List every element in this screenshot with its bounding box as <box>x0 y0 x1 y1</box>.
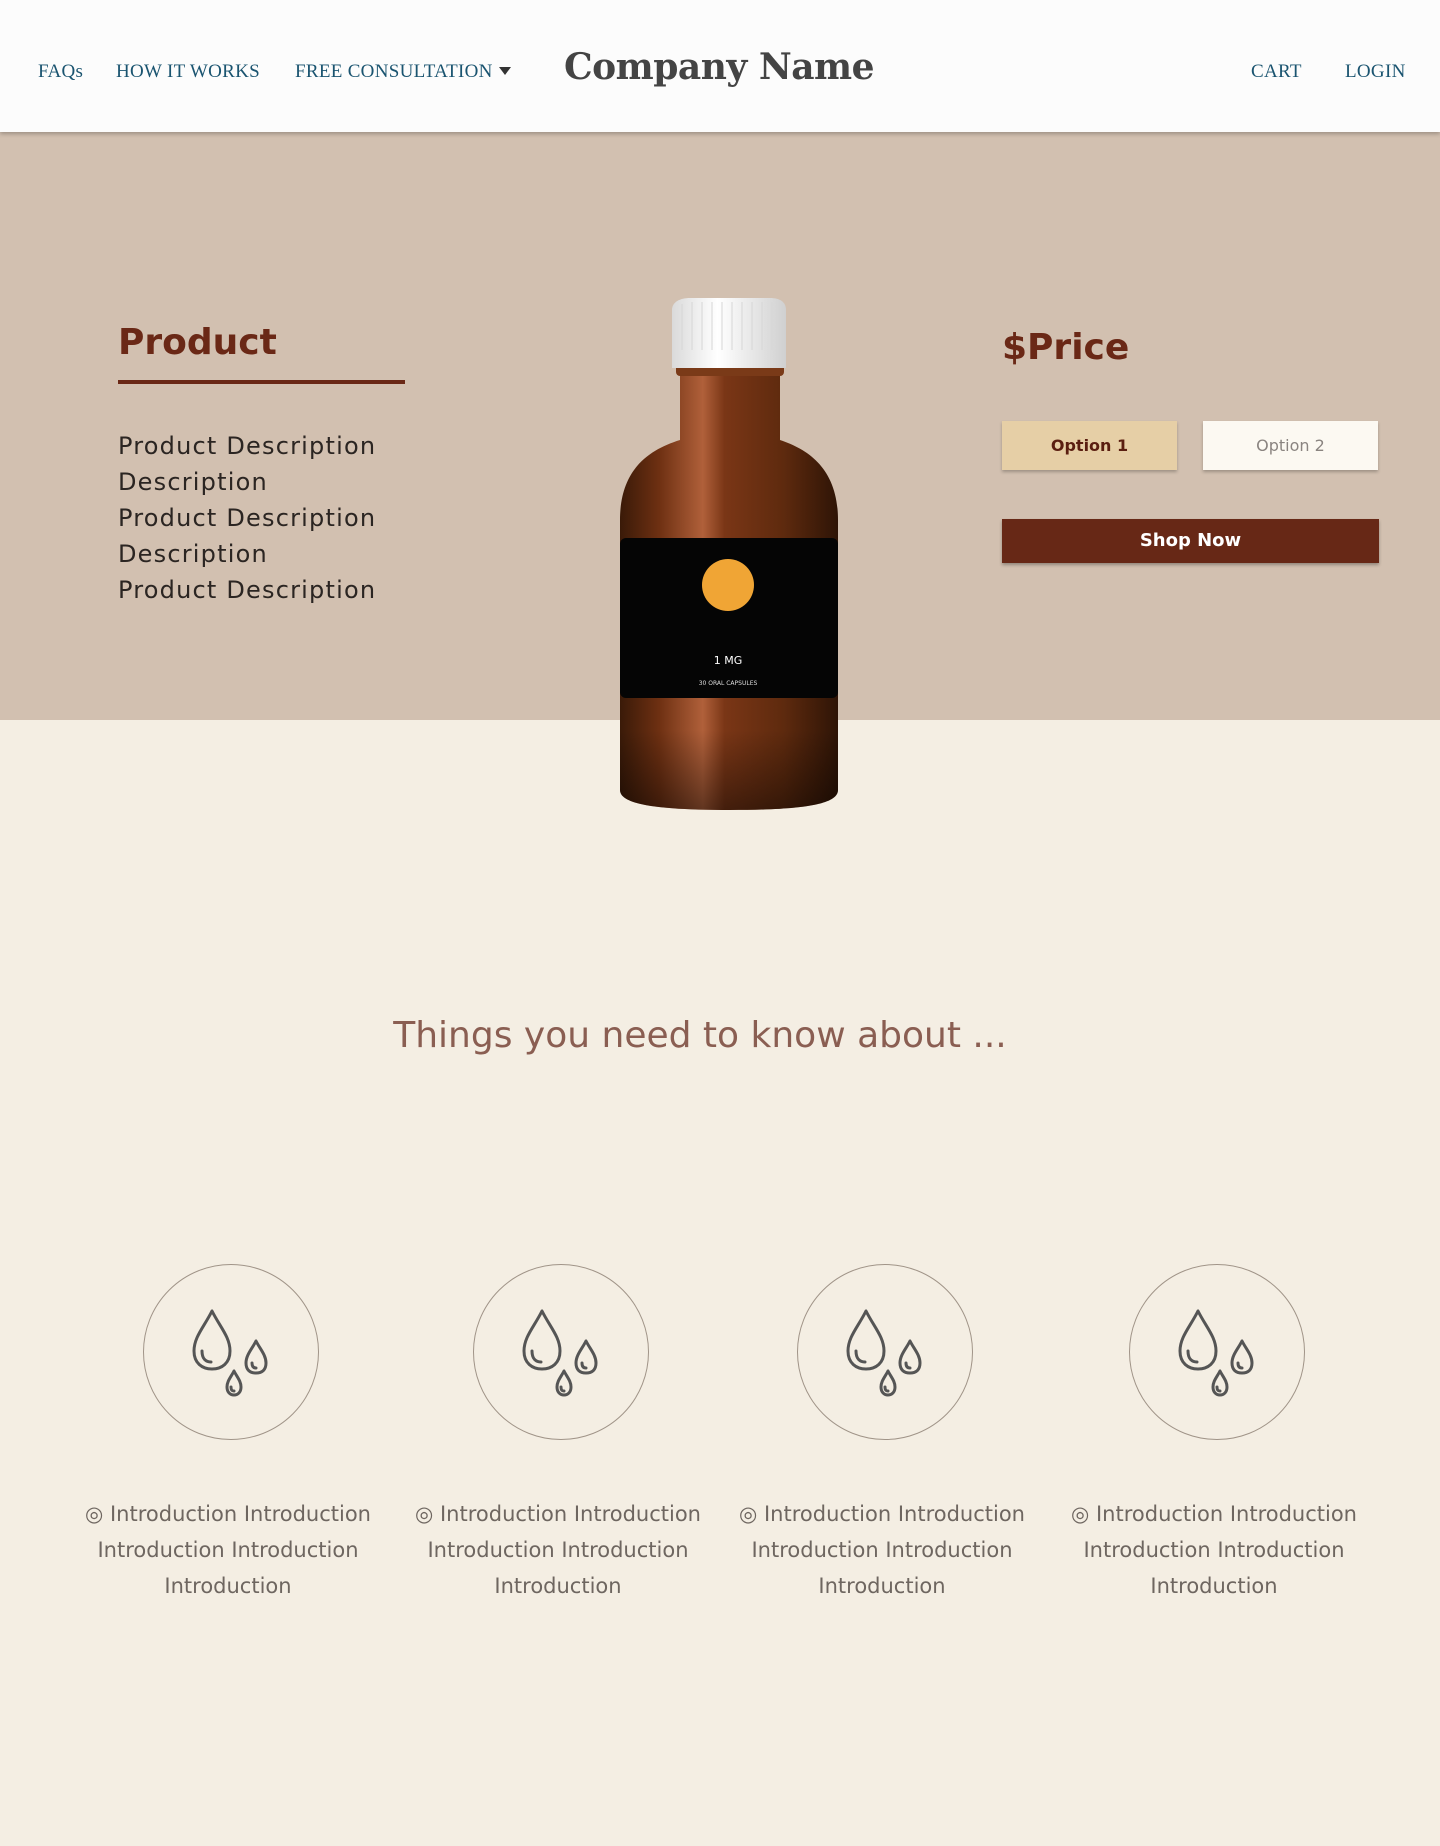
product-bottle-image: 1 MG 30 ORAL CAPSULES <box>620 298 838 810</box>
product-description-line: Product Description <box>118 432 377 460</box>
feature-icon-circle <box>143 1264 319 1440</box>
section-heading: Things you need to know about ... <box>393 1015 1007 1056</box>
brand-logo[interactable]: Company Name <box>0 46 1440 88</box>
droplets-icon <box>1178 1309 1254 1397</box>
droplets-icon <box>192 1309 268 1397</box>
brand-name: Company Name <box>563 46 875 88</box>
feature-text: ◎ Introduction Introduction Introduction… <box>1070 1502 1357 1598</box>
label-dose: 1 MG <box>714 654 743 667</box>
product-description-line: Product Description <box>118 576 377 604</box>
product-description: Product Description Description Product … <box>118 428 418 608</box>
product-description-line: Description <box>118 540 268 568</box>
shop-now-button[interactable]: Shop Now <box>1002 519 1379 563</box>
option-1-button[interactable]: Option 1 <box>1002 421 1177 470</box>
title-underline <box>118 380 405 384</box>
product-title: Product <box>118 322 277 363</box>
feature-icon-circle <box>473 1264 649 1440</box>
feature-icon-circle <box>1129 1264 1305 1440</box>
option-2-button[interactable]: Option 2 <box>1203 421 1378 470</box>
top-nav: FAQs HOW IT WORKS FREE CONSULTATION Comp… <box>0 0 1440 132</box>
product-description-line: Description <box>118 468 268 496</box>
label-orange-dot <box>702 559 754 611</box>
feature-text: ◎ Introduction Introduction Introduction… <box>738 1502 1025 1598</box>
droplets-icon <box>522 1309 598 1397</box>
nav-login-link[interactable]: LOGIN <box>1345 61 1406 83</box>
feature-text: ◎ Introduction Introduction Introduction… <box>84 1502 371 1598</box>
nav-cart-link[interactable]: CART <box>1251 61 1302 83</box>
droplets-icon <box>846 1309 922 1397</box>
product-description-line: Product Description <box>118 504 377 532</box>
feature-text: ◎ Introduction Introduction Introduction… <box>414 1502 701 1598</box>
label-subtext: 30 ORAL CAPSULES <box>699 680 758 687</box>
feature-icon-circle <box>797 1264 973 1440</box>
product-price: $Price <box>1002 327 1130 368</box>
